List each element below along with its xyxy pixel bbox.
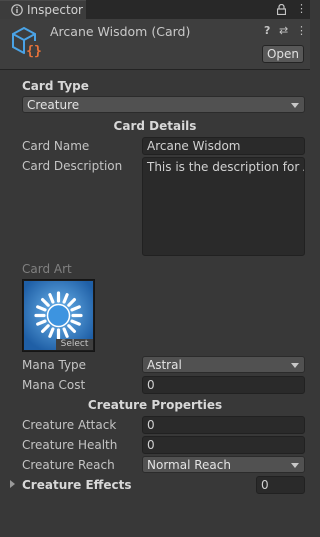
creature-health-input[interactable]: 0 <box>142 436 305 454</box>
creature-effects-foldout[interactable]: Creature Effects <box>22 478 132 492</box>
svg-text:{}: {} <box>26 44 42 59</box>
tab-bar: Inspector ⋮ <box>0 0 310 19</box>
creature-health-label: Creature Health <box>22 438 118 452</box>
card-type-value: Creature <box>27 98 80 112</box>
mana-type-value: Astral <box>147 358 182 372</box>
inspector-tab[interactable]: Inspector <box>0 0 86 19</box>
card-art-label: Card Art <box>22 262 72 276</box>
creature-attack-label: Creature Attack <box>22 418 117 432</box>
creature-reach-label: Creature Reach <box>22 458 115 472</box>
lock-icon[interactable] <box>277 4 286 15</box>
chevron-down-icon <box>291 463 299 468</box>
card-art-field[interactable]: Select <box>22 279 95 352</box>
chevron-down-icon <box>291 103 299 108</box>
card-description-textarea[interactable]: This is the description for Arcane Wisdo… <box>142 157 305 256</box>
creature-effects-size-input[interactable]: 0 <box>256 476 305 494</box>
inspector-header: {} Arcane Wisdom (Card) ? ⇄ ⋮ Open <box>0 19 310 70</box>
foldout-arrow-icon[interactable] <box>10 480 15 488</box>
creature-reach-dropdown[interactable]: Normal Reach <box>142 456 305 473</box>
card-name-input[interactable]: Arcane Wisdom <box>142 137 305 155</box>
scriptable-object-icon: {} <box>12 26 43 59</box>
card-description-label: Card Description <box>22 159 123 173</box>
art-select-button[interactable]: Select <box>56 339 93 350</box>
presets-icon[interactable]: ⇄ <box>279 24 288 37</box>
tab-label: Inspector <box>27 3 83 17</box>
card-type-label: Card Type <box>22 79 89 93</box>
open-button[interactable]: Open <box>262 45 304 63</box>
chevron-down-icon <box>291 363 299 368</box>
kebab-menu-icon[interactable]: ⋮ <box>296 24 307 37</box>
card-details-header: Card Details <box>113 119 197 133</box>
object-title: Arcane Wisdom (Card) <box>50 24 191 39</box>
kebab-menu-icon[interactable]: ⋮ <box>296 2 307 15</box>
card-type-dropdown[interactable]: Creature <box>22 96 305 113</box>
help-icon[interactable]: ? <box>264 24 270 37</box>
mana-cost-input[interactable]: 0 <box>142 376 305 394</box>
creature-properties-header: Creature Properties <box>87 398 223 412</box>
mana-cost-label: Mana Cost <box>22 378 86 392</box>
info-icon <box>11 4 23 16</box>
mana-type-label: Mana Type <box>22 358 87 372</box>
creature-reach-value: Normal Reach <box>147 458 231 472</box>
card-name-label: Card Name <box>22 139 90 153</box>
mana-type-dropdown[interactable]: Astral <box>142 356 305 373</box>
creature-attack-input[interactable]: 0 <box>142 416 305 434</box>
